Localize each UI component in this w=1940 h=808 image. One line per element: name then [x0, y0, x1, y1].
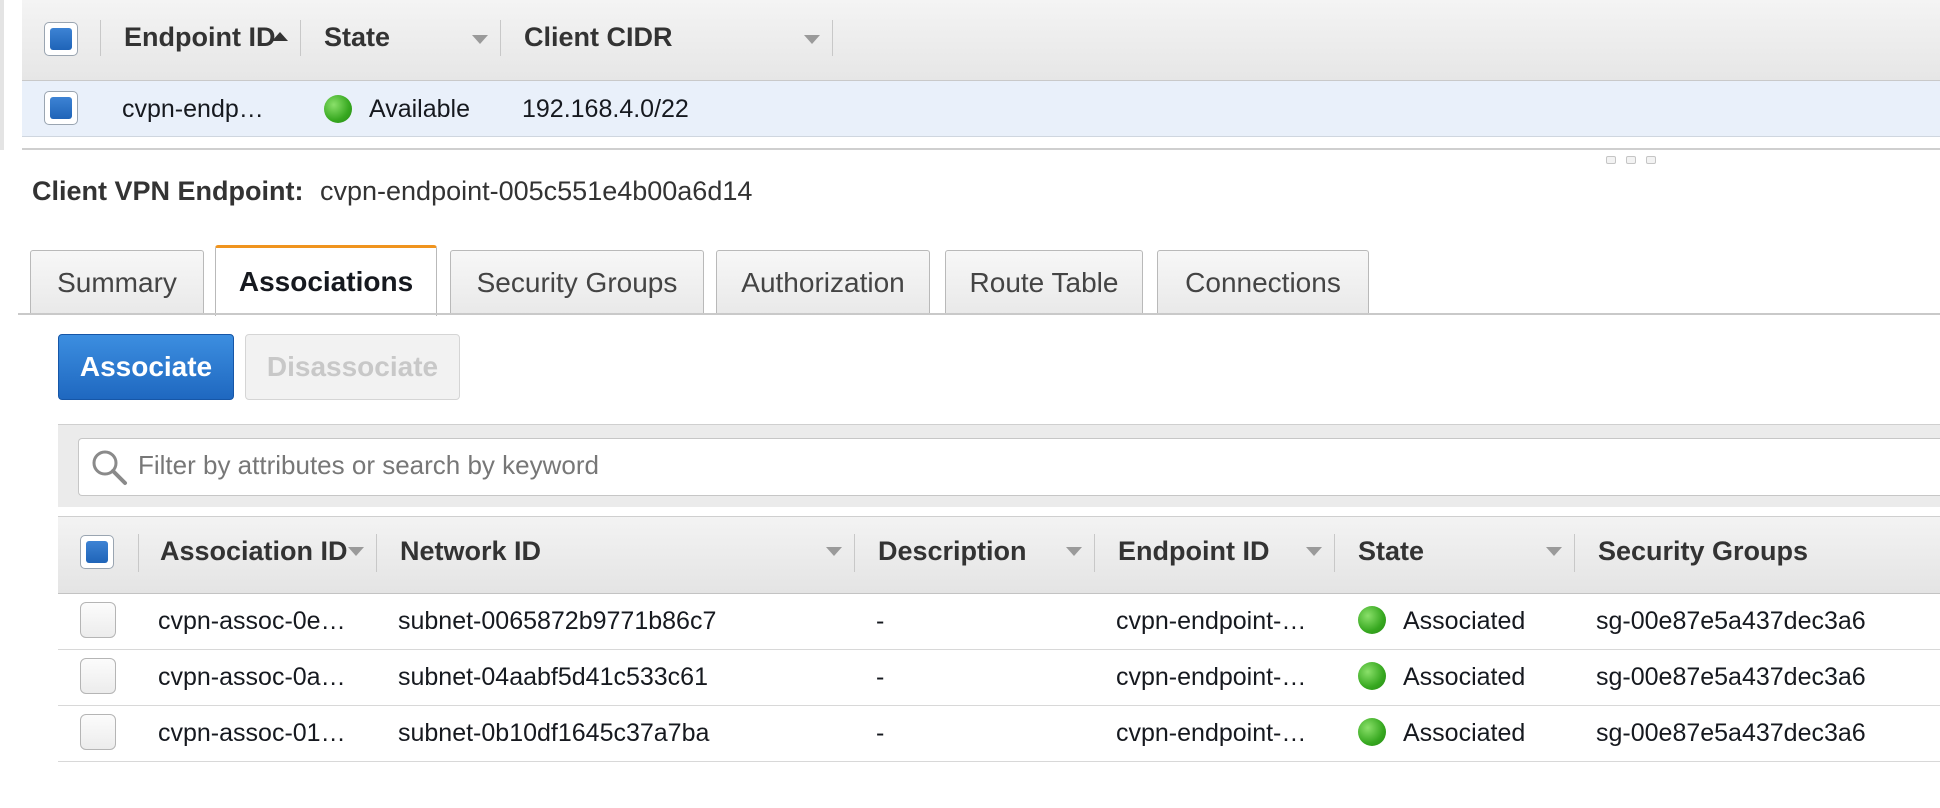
column-header-client-cidr[interactable]: Client CIDR	[524, 22, 673, 53]
row-divider	[58, 649, 1940, 650]
resize-handle-icon[interactable]	[1606, 156, 1616, 164]
endpoints-table: Endpoint ID State Client CIDR cvpn-endp……	[0, 0, 1940, 150]
column-divider	[100, 20, 101, 56]
row-select-checkbox[interactable]	[80, 658, 116, 694]
tab-security-groups[interactable]: Security Groups	[450, 250, 704, 314]
column-header-network-id[interactable]: Network ID	[400, 536, 541, 567]
detail-title-label: Client VPN Endpoint:	[32, 176, 304, 206]
endpoint-id-cell: cvpn-endpoint-…	[1116, 607, 1307, 635]
description-cell: -	[876, 719, 885, 747]
column-header-state[interactable]: State	[1358, 536, 1424, 567]
resize-handle-icon[interactable]	[1646, 156, 1656, 164]
search-placeholder: Filter by attributes or search by keywor…	[138, 450, 599, 480]
endpoint-id-cell: cvpn-endp…	[122, 95, 264, 123]
state-cell: Associated	[1403, 607, 1526, 635]
state-cell: Associated	[1403, 719, 1526, 747]
endpoints-table-header: Endpoint ID State Client CIDR	[22, 0, 1940, 81]
status-available-icon	[324, 95, 352, 123]
column-divider[interactable]	[854, 534, 855, 572]
column-divider[interactable]	[500, 20, 501, 56]
client-cidr-cell: 192.168.4.0/22	[522, 95, 689, 123]
tab-summary[interactable]: Summary	[30, 250, 204, 314]
row-divider	[58, 761, 1940, 762]
endpoints-table-row[interactable]: cvpn-endp… Available 192.168.4.0/22	[22, 81, 1940, 137]
column-header-description[interactable]: Description	[878, 536, 1027, 567]
status-associated-icon	[1358, 606, 1386, 634]
tab-connections[interactable]: Connections	[1157, 250, 1369, 314]
security-groups-cell[interactable]: sg-00e87e5a437dec3a6	[1596, 607, 1866, 636]
tab-route-table[interactable]: Route Table	[945, 250, 1143, 314]
description-cell: -	[876, 607, 885, 635]
chevron-down-icon[interactable]	[1306, 547, 1322, 556]
row-select-checkbox[interactable]	[44, 91, 78, 125]
column-divider[interactable]	[376, 534, 377, 572]
tabs-baseline	[18, 313, 1940, 315]
tab-associations[interactable]: Associations	[215, 245, 437, 316]
column-divider[interactable]	[1334, 534, 1335, 572]
column-divider[interactable]	[1574, 534, 1575, 572]
security-groups-cell[interactable]: sg-00e87e5a437dec3a6	[1596, 663, 1866, 692]
column-header-endpoint-id[interactable]: Endpoint ID	[1118, 536, 1269, 567]
network-id-cell: subnet-04aabf5d41c533c61	[398, 663, 708, 691]
status-associated-icon	[1358, 718, 1386, 746]
column-divider[interactable]	[1094, 534, 1095, 572]
divider	[22, 148, 1940, 150]
column-header-endpoint-id[interactable]: Endpoint ID	[124, 22, 280, 53]
row-divider	[58, 705, 1940, 706]
chevron-down-icon[interactable]	[1546, 547, 1562, 556]
search-icon	[92, 450, 127, 485]
network-id-cell: subnet-0065872b9771b86c7	[398, 607, 717, 635]
chevron-down-icon[interactable]	[1066, 547, 1082, 556]
row-select-checkbox[interactable]	[80, 602, 116, 638]
association-id-cell: cvpn-assoc-01…	[158, 719, 346, 747]
network-id-cell: subnet-0b10df1645c37a7ba	[398, 719, 710, 747]
column-header-association-id[interactable]: Association ID	[160, 536, 348, 567]
chevron-down-icon[interactable]	[826, 547, 842, 556]
resize-handle-icon[interactable]	[1626, 156, 1636, 164]
endpoint-id-cell: cvpn-endpoint-…	[1116, 719, 1307, 747]
column-divider[interactable]	[300, 20, 301, 56]
sort-ascending-icon[interactable]	[272, 32, 288, 41]
column-divider	[138, 534, 139, 572]
column-header-security-groups[interactable]: Security Groups	[1598, 536, 1808, 567]
association-id-cell: cvpn-assoc-0a…	[158, 663, 346, 691]
associate-button[interactable]: Associate	[58, 334, 234, 400]
description-cell: -	[876, 663, 885, 691]
column-divider[interactable]	[832, 20, 833, 56]
state-cell: Available	[369, 95, 471, 123]
security-groups-cell[interactable]: sg-00e87e5a437dec3a6	[1596, 719, 1866, 748]
association-id-cell: cvpn-assoc-0e…	[158, 607, 346, 635]
column-header-state[interactable]: State	[324, 22, 390, 53]
chevron-down-icon[interactable]	[804, 35, 820, 44]
select-all-endpoints-checkbox[interactable]	[44, 22, 78, 56]
detail-title-value: cvpn-endpoint-005c551e4b00a6d14	[320, 176, 753, 206]
endpoint-id-cell: cvpn-endpoint-…	[1116, 663, 1307, 691]
select-all-associations-checkbox[interactable]	[80, 535, 114, 569]
state-cell: Associated	[1403, 663, 1526, 691]
chevron-down-icon[interactable]	[472, 35, 488, 44]
status-associated-icon	[1358, 662, 1386, 690]
chevron-down-icon[interactable]	[348, 547, 364, 556]
disassociate-button[interactable]: Disassociate	[245, 334, 460, 400]
tab-authorization[interactable]: Authorization	[716, 250, 930, 314]
row-select-checkbox[interactable]	[80, 714, 116, 750]
